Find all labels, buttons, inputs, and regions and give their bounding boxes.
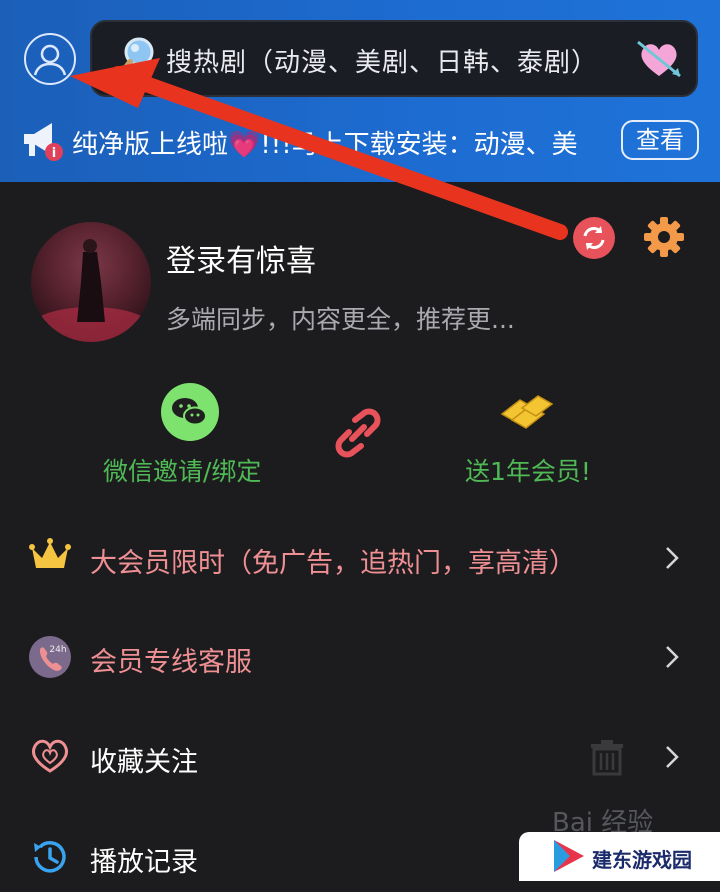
user-avatar-button[interactable]: [24, 33, 76, 85]
chevron-right-icon: [666, 547, 679, 569]
login-subtitle: 多端同步，内容更全，推荐更...: [166, 305, 515, 334]
heart-arrow-icon: [637, 40, 681, 78]
menu-item-vip[interactable]: 大会员限时（免广告，追热门，享高清）: [0, 523, 720, 593]
site-watermark-text: 建东游戏园: [592, 848, 692, 872]
user-icon: [33, 44, 67, 76]
vip-gift-label[interactable]: 送1年会员!: [465, 452, 591, 488]
history-icon: [34, 841, 66, 873]
menu-item-label: 大会员限时（免广告，追热门，享高清）: [90, 548, 576, 579]
wechat-invite-label[interactable]: 微信邀请/绑定: [103, 452, 261, 488]
chevron-right-icon: [666, 746, 679, 768]
link-icon: [335, 408, 381, 458]
heart-icon: [31, 739, 69, 773]
view-button[interactable]: 查看: [621, 120, 699, 160]
menu-item-customer-service[interactable]: 24h 会员专线客服: [0, 622, 720, 692]
svg-text:24h: 24h: [49, 645, 66, 655]
gold-bars-icon[interactable]: [498, 388, 558, 434]
menu-item-label: 播放记录: [90, 847, 198, 878]
crown-icon: [29, 538, 71, 568]
search-bar[interactable]: 搜热剧（动漫、美剧、日韩、泰剧）: [90, 20, 698, 97]
profile-avatar[interactable]: [31, 222, 151, 342]
avatar-figure: [31, 239, 151, 342]
megaphone-icon: i: [24, 123, 63, 161]
site-logo-icon: [554, 840, 584, 872]
svg-text:i: i: [52, 146, 56, 161]
trash-icon[interactable]: [588, 738, 626, 776]
gear-icon[interactable]: [641, 214, 687, 260]
search-placeholder: 搜热剧（动漫、美剧、日韩、泰剧）: [166, 48, 599, 78]
wechat-icon[interactable]: [160, 382, 220, 442]
phone-24h-icon: 24h: [29, 636, 71, 678]
menu-item-favorites[interactable]: 收藏关注: [0, 722, 720, 792]
top-header: 搜热剧（动漫、美剧、日韩、泰剧） i 纯净版上线啦💗!!!马上下载安装：动漫、美…: [0, 0, 720, 182]
menu-item-label: 收藏关注: [90, 747, 198, 778]
notice-text[interactable]: 纯净版上线啦💗!!!马上下载安装：动漫、美: [72, 124, 617, 161]
sync-icon[interactable]: [572, 216, 616, 260]
search-icon: [116, 37, 154, 80]
menu-item-label: 会员专线客服: [90, 647, 252, 678]
notice-bar: i 纯净版上线啦💗!!!马上下载安装：动漫、美 查看: [0, 112, 720, 174]
chevron-right-icon: [666, 646, 679, 668]
login-title[interactable]: 登录有惊喜: [166, 236, 316, 280]
